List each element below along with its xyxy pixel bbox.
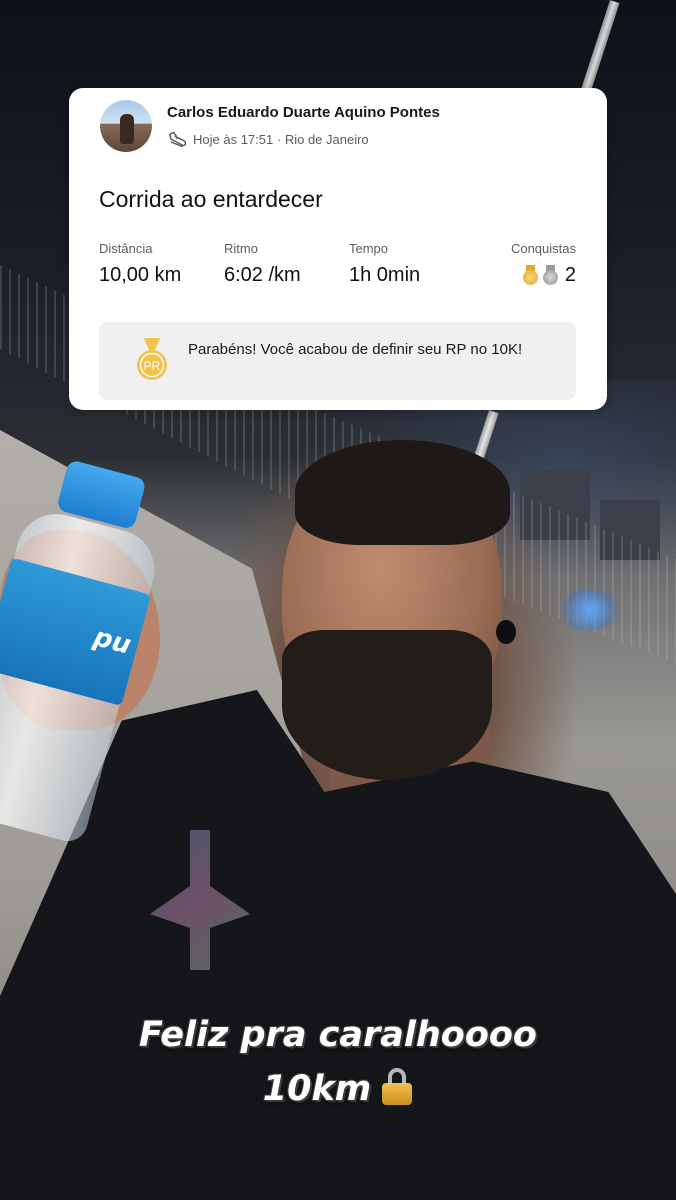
pr-medal-icon: PR: [137, 338, 167, 380]
achievements-count: 2: [564, 264, 576, 286]
stat-distance: Distância 10,00 km: [99, 241, 181, 287]
story-caption[interactable]: Feliz pra caralhoooo 10km: [0, 1008, 676, 1116]
stat-pace: Ritmo 6:02 /km: [224, 241, 301, 287]
running-shoe-icon: [169, 131, 187, 148]
silver-medal-icon: [542, 264, 558, 287]
stat-label: Ritmo: [224, 241, 258, 256]
caption-line-2: 10km: [0, 1062, 676, 1116]
avatar[interactable]: [100, 100, 152, 152]
activity-title[interactable]: Corrida ao entardecer: [99, 186, 323, 213]
caption-line-1: Feliz pra caralhoooo: [139, 1015, 537, 1055]
bottle-label-text: pu: [90, 622, 135, 661]
activity-location: Rio de Janeiro: [284, 132, 369, 147]
user-name[interactable]: Carlos Eduardo Duarte Aquino Pontes: [167, 104, 440, 121]
achievements-row: 2: [511, 264, 576, 287]
pr-banner[interactable]: PR Parabéns! Você acabou de definir seu …: [99, 322, 576, 400]
activity-time: Hoje às 17:51: [193, 132, 274, 147]
pr-badge-text: PR: [144, 359, 161, 373]
story-frame: pu Carlos Eduardo Duarte Aquino Pontes H…: [0, 0, 676, 1200]
stat-label: Distância: [99, 241, 153, 256]
lock-icon: [381, 1068, 413, 1106]
hair: [295, 440, 510, 545]
stat-label: Tempo: [349, 241, 389, 256]
stat-achievements: Conquistas 2: [511, 241, 576, 287]
activity-meta: Hoje às 17:51 · Rio de Janeiro: [193, 132, 369, 147]
stat-value: 10,00 km: [99, 264, 182, 286]
blue-light: [555, 590, 625, 630]
gold-medal-icon: [522, 264, 538, 287]
stat-label: Conquistas: [510, 241, 576, 256]
stat-time: Tempo 1h 0min: [349, 241, 420, 287]
beard: [282, 630, 492, 780]
earbud: [496, 620, 516, 644]
stat-value: 6:02 /km: [224, 264, 301, 286]
pr-message: Parabéns! Você acabou de definir seu RP …: [188, 341, 523, 358]
caption-line-2-text: 10km: [262, 1069, 372, 1109]
meta-separator: ·: [276, 132, 282, 147]
stat-value: 1h 0min: [349, 264, 421, 286]
activity-card[interactable]: Carlos Eduardo Duarte Aquino Pontes Hoje…: [69, 88, 607, 410]
